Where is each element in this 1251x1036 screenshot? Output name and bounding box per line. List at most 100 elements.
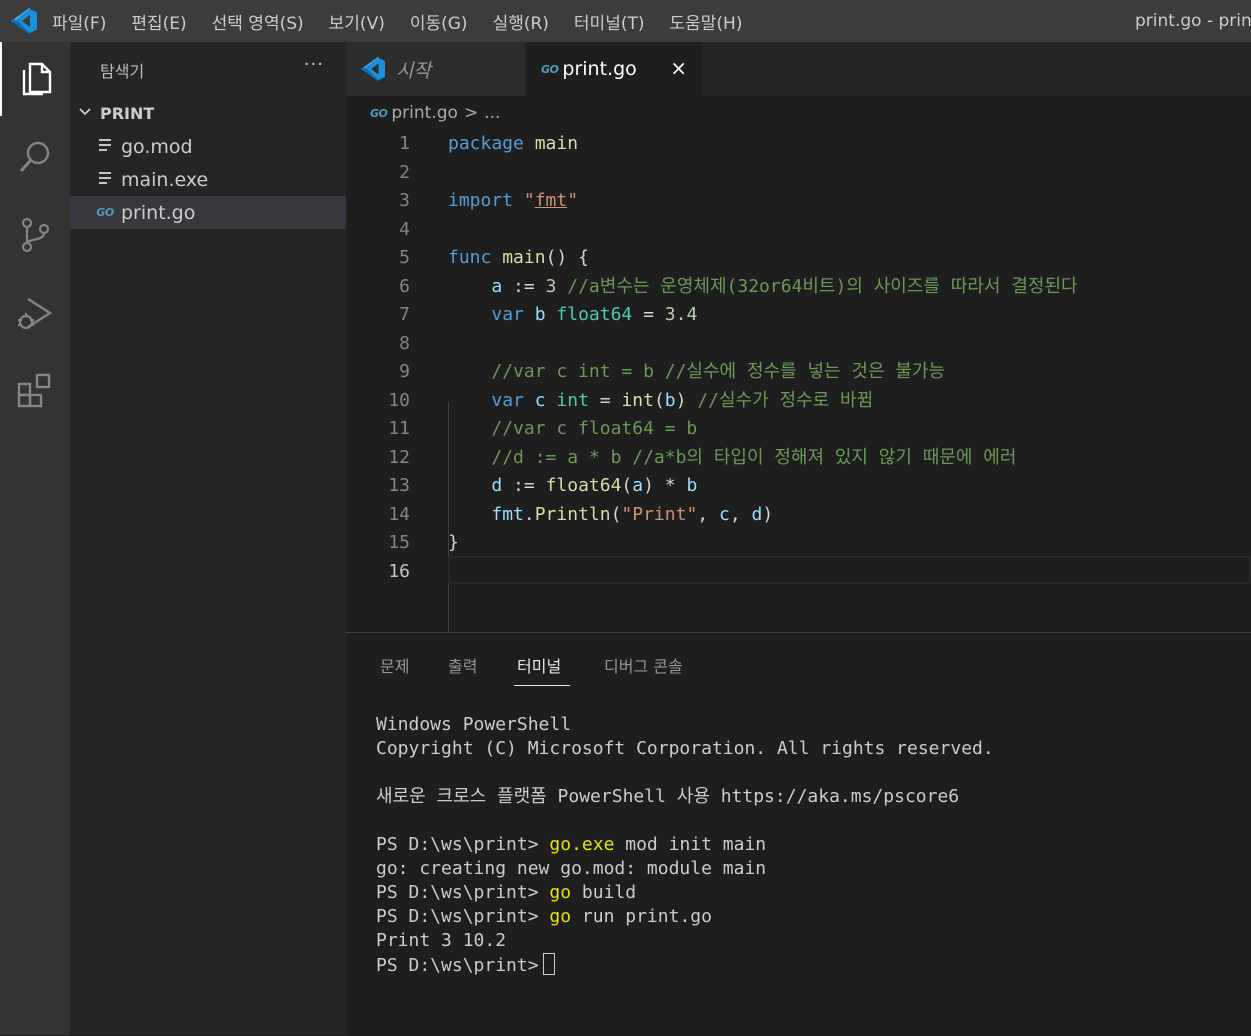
file-item[interactable]: GO print.go: [70, 196, 346, 229]
code-token: b: [664, 389, 676, 411]
code-text: var c int = int(b) //실수가 정수로 바뀜: [448, 387, 873, 415]
code-token: b: [534, 304, 546, 325]
extensions-icon[interactable]: [0, 354, 70, 428]
code-text: }: [448, 529, 459, 557]
file-item[interactable]: go.mod: [70, 130, 346, 163]
code-line: 16: [346, 558, 1251, 586]
menu-item[interactable]: 이동(G): [410, 9, 468, 34]
code-token: fmt: [491, 503, 524, 525]
more-actions-icon[interactable]: ···: [304, 54, 324, 75]
code-editor[interactable]: 1 package main 2 3 import "fmt" 4 5 func main()…: [346, 130, 1251, 658]
folder-name: PRINT: [100, 103, 155, 123]
line-number: 6: [399, 275, 410, 297]
code-token: int: [556, 389, 589, 411]
breadcrumb-file[interactable]: print.go: [391, 103, 458, 123]
file-lines-icon: [94, 139, 116, 154]
file-name: print.go: [121, 201, 196, 224]
code-token: (: [653, 389, 665, 411]
code-token: main: [534, 133, 579, 154]
code-token: ): [762, 503, 774, 525]
code-line: 15}: [346, 529, 1251, 557]
terminal-text: Windows PowerShell: [376, 714, 572, 735]
terminal-output[interactable]: Windows PowerShell Copyright (C) Microsof…: [376, 713, 994, 977]
code-token: c: [718, 503, 730, 525]
menu-item[interactable]: 선택 영역(S): [212, 9, 304, 34]
code-text: fmt.Println("Print", c, d): [448, 501, 773, 529]
tab-terminal[interactable]: 터미널: [517, 653, 561, 677]
terminal-line: PS D:\ws\print> go.exe mod init main: [376, 833, 994, 857]
explorer-icon[interactable]: [0, 42, 70, 116]
run-debug-icon[interactable]: [0, 276, 70, 350]
file-name: go.mod: [121, 135, 193, 158]
code-token: import: [448, 190, 514, 211]
code-line: 5 func main() {: [346, 244, 1251, 272]
terminal-text: Copyright (C) Microsoft Corporation. All…: [376, 738, 994, 759]
terminal-text: go: [549, 906, 572, 927]
code-text: //var c int = b //실수에 정수를 넣는 것은 불가능: [448, 358, 945, 386]
tab-output[interactable]: 출력: [448, 653, 477, 677]
tab-welcome[interactable]: 시작: [346, 42, 525, 96]
terminal-line: go: creating new go.mod: module main: [376, 857, 994, 881]
terminal-text: PS D:\ws\print>: [376, 955, 539, 976]
code-line: 9 //var c int = b //실수에 정수를 넣는 것은 불가능: [346, 358, 1251, 386]
tab-debug-console[interactable]: 디버그 콘솔: [604, 653, 683, 677]
code-text: //d := a * b //a*b의 타입이 정해져 있지 않기 때문에 에러: [448, 444, 1016, 472]
menu-item[interactable]: 도움말(H): [670, 9, 743, 34]
code-token: "Print": [621, 503, 698, 525]
source-control-icon[interactable]: [0, 198, 70, 272]
terminal-text: run print.go: [571, 906, 712, 927]
terminal-line: Print 3 10.2: [376, 929, 994, 953]
terminal-text: go.exe: [549, 834, 615, 855]
code-line: 1 package main: [346, 130, 1251, 158]
code-token: //d := a * b //a*b의 타입이 정해져 있지 않기 때문에 에러: [491, 446, 1017, 468]
code-line: 2: [346, 159, 1251, 187]
code-text: //var c float64 = b: [448, 415, 697, 443]
title-bar: 파일(F) 편집(E) 선택 영역(S) 보기(V) 이동(G) 실행(R) 터미널(T) 도…: [0, 0, 1251, 42]
close-icon[interactable]: ×: [670, 56, 687, 80]
code-token: var: [491, 304, 524, 325]
code-line: 12 //d := a * b //a*b의 타입이 정해져 있지 않기 때문에…: [346, 444, 1251, 472]
vscode-logo-icon: [11, 8, 37, 34]
go-icon: GO: [541, 62, 559, 76]
menu-item[interactable]: 터미널(T): [574, 9, 645, 34]
code-token: ) *: [643, 475, 687, 496]
code-line: 8: [346, 330, 1251, 358]
folder-header[interactable]: PRINT: [70, 100, 346, 126]
menu-item[interactable]: 보기(V): [329, 9, 385, 34]
search-icon[interactable]: [0, 120, 70, 194]
code-token: float64: [556, 304, 633, 325]
code-token: =: [588, 389, 622, 411]
code-token: func: [448, 247, 492, 268]
tab-print-go[interactable]: GO print.go ×: [527, 42, 703, 96]
menu-item[interactable]: 편집(E): [131, 9, 186, 34]
code-token: a: [491, 275, 503, 297]
code-token: =: [632, 304, 665, 325]
breadcrumb-symbol[interactable]: ...: [484, 103, 500, 123]
menu-item[interactable]: 실행(R): [493, 9, 549, 34]
line-number: 4: [399, 218, 410, 240]
file-item[interactable]: main.exe: [70, 163, 346, 196]
code-token: //실수가 정수로 바뀜: [697, 389, 874, 411]
code-line: 10 var c int = int(b) //실수가 정수로 바뀜: [346, 387, 1251, 415]
code-text: var b float64 = 3.4: [448, 301, 697, 329]
code-text: func main() {: [448, 244, 589, 272]
window-title: print.go - print: [1135, 11, 1251, 31]
menu-item[interactable]: 파일(F): [52, 9, 106, 34]
terminal-text: mod init main: [614, 834, 767, 855]
terminal-text: go: creating new go.mod: module main: [376, 858, 767, 879]
line-number: 13: [388, 475, 410, 496]
code-token: //var c int = b //실수에 정수를 넣는 것은 불가능: [491, 361, 946, 382]
code-token: 3: [545, 275, 557, 297]
code-line: 6 a := 3 //a변수는 운영체제(32or64비트)의 사이즈를 따라서…: [346, 273, 1251, 301]
code-token: int: [621, 389, 654, 411]
code-token: a: [632, 475, 644, 496]
line-number: 2: [399, 161, 410, 183]
terminal-line: PS D:\ws\print>: [376, 953, 994, 977]
tab-problems[interactable]: 문제: [380, 653, 409, 677]
